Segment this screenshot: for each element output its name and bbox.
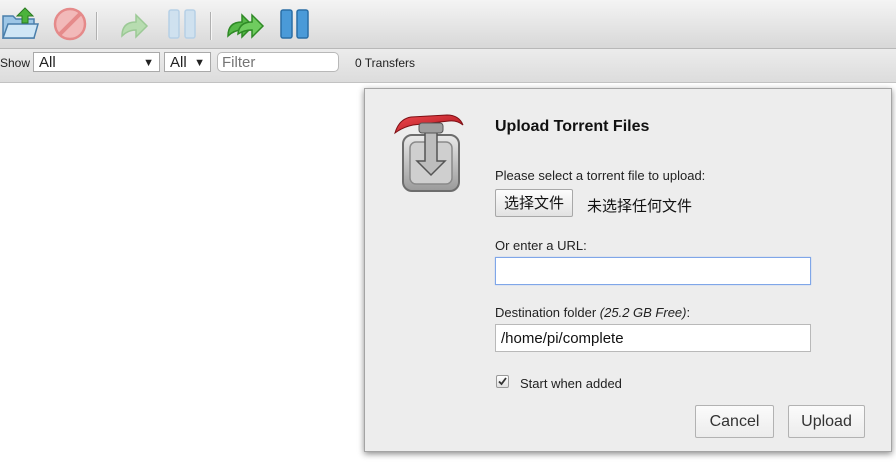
tracker-filter-select[interactable]: All ▼ [164, 52, 211, 72]
resume-icon [121, 13, 149, 39]
remove-button[interactable] [52, 6, 88, 42]
resume-all-button[interactable] [226, 6, 265, 42]
dialog-title: Upload Torrent Files [495, 118, 650, 135]
filter-input[interactable] [217, 52, 339, 72]
show-label: Show [0, 56, 31, 70]
upload-dialog: Upload Torrent Files Please select a tor… [364, 88, 892, 452]
resume-all-icon [227, 13, 265, 39]
destination-input[interactable] [495, 324, 811, 352]
start-when-added-checkbox[interactable] [496, 375, 509, 388]
transmission-logo-icon [394, 114, 464, 192]
open-folder-icon [1, 7, 39, 39]
choose-file-button[interactable]: 选择文件 [495, 189, 574, 217]
pause-button[interactable] [165, 6, 201, 42]
resume-button[interactable] [116, 6, 152, 42]
pause-all-icon [280, 9, 309, 39]
url-input[interactable] [495, 257, 811, 285]
status-filter-select[interactable]: All ▼ [33, 52, 160, 72]
pause-all-button[interactable] [278, 6, 314, 42]
start-when-added-label: Start when added [520, 376, 622, 391]
destination-label-text: Destination folder [495, 305, 597, 320]
pause-icon [168, 9, 196, 39]
cancel-button[interactable]: Cancel [695, 405, 774, 438]
transfers-count: 0 Transfers [355, 56, 416, 70]
toolbar-separator [210, 12, 211, 40]
remove-icon [53, 7, 87, 41]
dropdown-arrow-icon: ▼ [143, 57, 154, 69]
toolbar [0, 0, 896, 49]
filter-bar: Show All ▼ All ▼ 0 Transfers [0, 49, 896, 83]
select-file-label: Please select a torrent file to upload: [495, 168, 706, 183]
dropdown-arrow-icon: ▼ [194, 57, 205, 69]
toolbar-separator [96, 12, 97, 40]
transmission-logo [389, 111, 469, 195]
destination-label-suffix: : [686, 305, 691, 320]
open-button[interactable] [1, 6, 39, 42]
tracker-filter-value: All [170, 54, 187, 71]
free-space-text: (25.2 GB Free) [599, 305, 687, 320]
checkmark-icon [498, 377, 507, 386]
url-label: Or enter a URL: [495, 238, 587, 253]
destination-label: Destination folder (25.2 GB Free): [495, 305, 690, 320]
no-file-chosen-text: 未选择任何文件 [587, 197, 693, 215]
upload-button[interactable]: Upload [788, 405, 865, 438]
status-filter-value: All [39, 54, 56, 71]
